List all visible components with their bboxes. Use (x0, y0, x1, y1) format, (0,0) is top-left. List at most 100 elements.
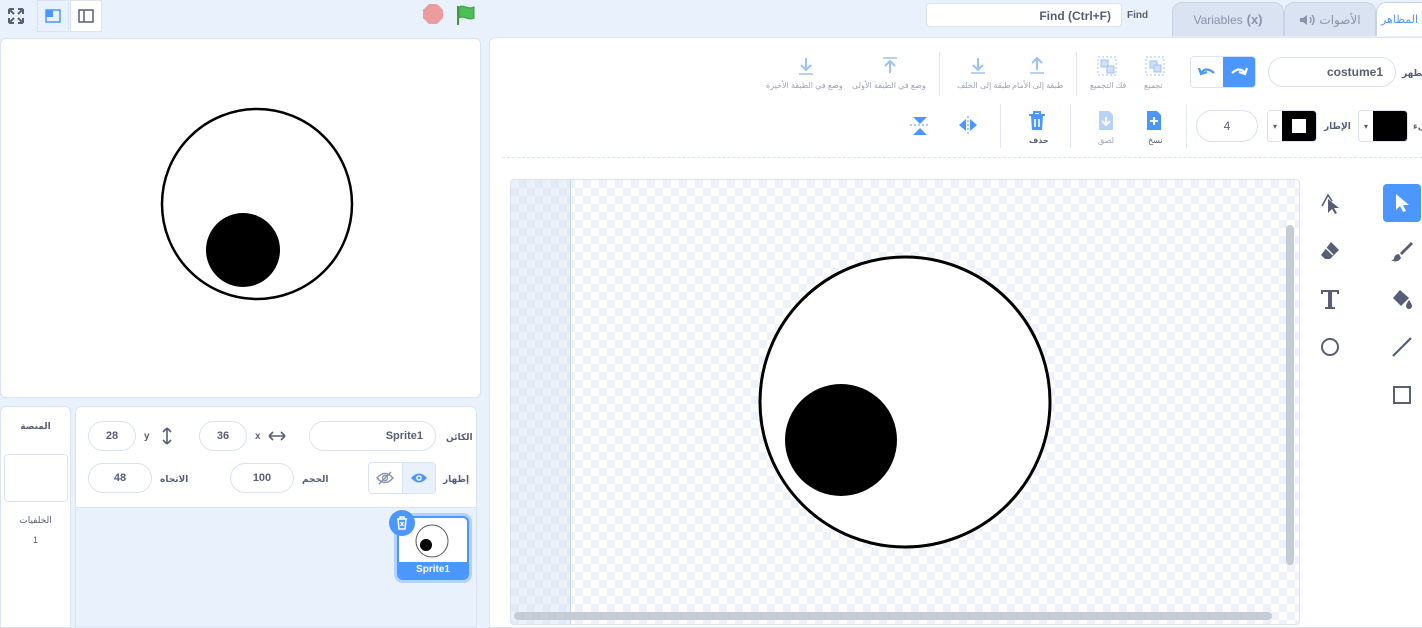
undo-button[interactable] (1191, 57, 1223, 87)
small-stage-icon (45, 9, 61, 23)
eraser-tool[interactable] (1311, 232, 1349, 270)
separator (1076, 52, 1077, 96)
outline-swatch (1282, 111, 1316, 141)
variables-icon: (x) (1246, 12, 1263, 27)
y-input[interactable]: 28 (88, 421, 136, 451)
paint-canvas[interactable] (510, 179, 1300, 625)
tab-variables-label: Variables (1193, 12, 1243, 27)
circle-icon (1321, 338, 1339, 356)
flip-vertical-icon[interactable] (910, 114, 930, 136)
toolbar-divider (502, 157, 1422, 158)
stage-sprite[interactable] (1, 39, 481, 398)
front-label: وضع في الطبقة الأولى (852, 81, 926, 90)
line-icon (1392, 337, 1412, 357)
horizontal-scrollbar[interactable] (514, 612, 1272, 620)
ungroup-icon[interactable] (1096, 55, 1118, 77)
find-label: Find (1127, 10, 1149, 21)
backdrop-thumbnail[interactable] (4, 454, 68, 502)
text-icon (1321, 290, 1339, 309)
x-input[interactable]: 36 (199, 421, 247, 451)
costume-name-input[interactable]: costume1 (1268, 57, 1396, 87)
circle-tool[interactable] (1311, 328, 1349, 366)
green-flag-icon[interactable] (455, 4, 477, 26)
sprite-tile-name: Sprite1 (399, 562, 467, 578)
delete-sprite-button[interactable] (389, 510, 415, 536)
reshape-icon (1321, 193, 1339, 214)
undo-icon (1198, 67, 1215, 76)
copy-icon[interactable] (1145, 110, 1163, 132)
fill-bucket-icon (1393, 290, 1412, 309)
costume-drawing[interactable] (511, 180, 1300, 625)
group-icon[interactable] (1144, 55, 1166, 77)
stage[interactable] (0, 38, 481, 398)
paste-label: لصق (1098, 136, 1115, 145)
forward-label: طبقة إلى الأمام (1012, 81, 1064, 90)
chevron-down-icon: ▾ (1272, 121, 1277, 131)
brush-tool[interactable] (1383, 232, 1421, 270)
stop-button[interactable] (423, 4, 443, 24)
eraser-icon (1321, 242, 1339, 259)
brush-icon (1391, 242, 1413, 262)
line-tool[interactable] (1383, 328, 1421, 366)
eye-icon (410, 473, 427, 483)
eye-slash-icon (376, 471, 395, 485)
back-icon[interactable] (796, 56, 816, 76)
redo-button[interactable] (1223, 57, 1255, 87)
trash-icon[interactable] (1027, 110, 1047, 132)
forward-icon[interactable] (1027, 56, 1047, 76)
outline-label: الإطار (1324, 121, 1351, 131)
outline-width-input[interactable]: 4 (1196, 110, 1258, 142)
speaker-icon (1300, 14, 1316, 25)
size-input[interactable]: 100 (230, 463, 294, 493)
vertical-arrows-icon (162, 427, 172, 445)
undo-redo-group (1190, 56, 1256, 88)
delete-label: حذف (1029, 136, 1049, 145)
backward-label: طبقة إلى الخلف (957, 81, 1011, 90)
direction-input[interactable]: 48 (88, 463, 152, 493)
tab-sounds[interactable]: الأصوات (1284, 2, 1376, 36)
stage-target-pane[interactable]: المنصة الخلفيات 1 (0, 406, 71, 628)
large-stage-button[interactable] (70, 0, 102, 32)
tab-costumes-label: المظاهر (1381, 14, 1419, 26)
trash-icon (397, 516, 407, 530)
show-label: إظهار (443, 474, 470, 484)
find-input[interactable]: Find (Ctrl+F) (926, 3, 1122, 27)
back-label: وضع في الطبقة الأخيرة (766, 81, 843, 90)
separator (939, 52, 940, 96)
arrow-cursor-icon (1396, 194, 1409, 212)
outline-color-picker[interactable]: ▾ (1267, 110, 1317, 142)
tab-costumes[interactable]: المظاهر (1376, 2, 1422, 36)
tab-variables[interactable]: Variables (x) (1172, 2, 1284, 36)
fullscreen-button[interactable] (0, 0, 32, 32)
separator (1070, 104, 1071, 148)
reshape-tool[interactable] (1311, 184, 1349, 222)
backward-icon[interactable] (968, 56, 988, 76)
y-label: y (144, 431, 150, 442)
separator (1186, 104, 1187, 148)
top-bar: Find (Ctrl+F) Find Variables (x) الأصوات… (0, 0, 1422, 36)
front-icon[interactable] (880, 56, 900, 76)
sprite-name-input[interactable]: Sprite1 (309, 421, 436, 451)
fill-tool[interactable] (1383, 280, 1421, 318)
paste-icon[interactable] (1097, 110, 1115, 132)
flip-horizontal-icon[interactable] (957, 116, 979, 134)
copy-label: نسخ (1148, 136, 1163, 145)
redo-icon (1231, 67, 1248, 76)
small-stage-button[interactable] (37, 0, 69, 32)
backdrops-label: الخلفيات (19, 515, 52, 525)
x-label: x (255, 431, 261, 442)
sprite-label: الكائن (446, 432, 473, 442)
ungroup-label: فك التجميع (1090, 81, 1127, 90)
hide-button[interactable] (369, 463, 402, 493)
rectangle-icon (1393, 386, 1411, 404)
show-button[interactable] (401, 463, 435, 493)
vertical-scrollbar[interactable] (1286, 225, 1294, 565)
large-stage-icon (78, 9, 94, 23)
tab-sounds-label: الأصوات (1319, 12, 1361, 27)
fullscreen-icon (8, 8, 24, 24)
fill-color-picker[interactable]: ▾ (1358, 110, 1408, 142)
select-tool[interactable] (1383, 184, 1421, 222)
text-tool[interactable] (1311, 280, 1349, 318)
rectangle-tool[interactable] (1383, 376, 1421, 414)
chevron-down-icon: ▾ (1363, 121, 1368, 131)
